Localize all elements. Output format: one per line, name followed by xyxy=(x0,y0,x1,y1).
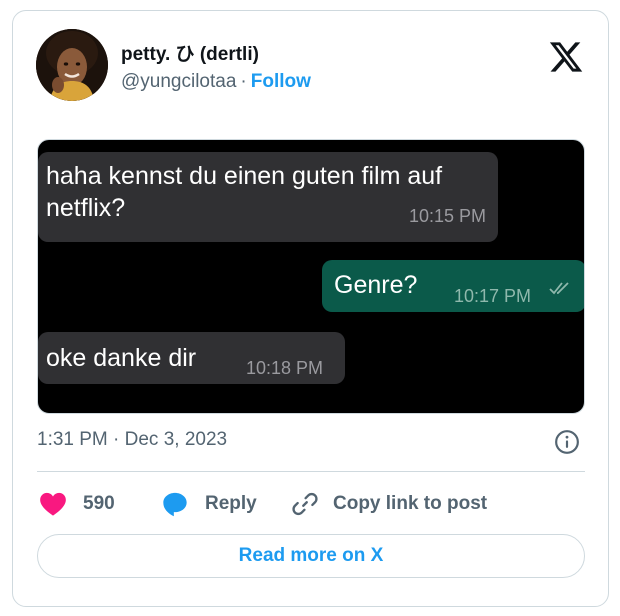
author-display-name[interactable]: petty. ひ (dertli) xyxy=(121,39,259,66)
message-text: Genre? xyxy=(334,271,418,299)
profile-photo xyxy=(36,29,108,101)
divider xyxy=(37,471,585,472)
link-icon xyxy=(292,492,318,516)
x-logo-icon[interactable] xyxy=(548,39,584,75)
author-handle-row: @yungcilotaa · Follow xyxy=(121,71,311,93)
info-icon[interactable] xyxy=(554,429,580,455)
message-time: 10:18 PM xyxy=(246,358,324,378)
copy-link-label: Copy link to post xyxy=(333,493,488,514)
separator: · xyxy=(240,71,247,92)
avatar[interactable] xyxy=(36,29,108,101)
like-button[interactable]: 590 xyxy=(39,489,115,519)
read-more-button[interactable]: Read more on X xyxy=(37,534,585,578)
follow-button[interactable]: Follow xyxy=(251,71,311,92)
chat-message-incoming: haha kennst du einen guten film auf netf… xyxy=(38,152,498,242)
post-timestamp[interactable]: 1:31 PM · Dec 3, 2023 xyxy=(37,429,227,451)
heart-icon xyxy=(40,492,66,516)
speech-bubble-icon xyxy=(163,492,187,517)
reply-button[interactable]: Reply xyxy=(161,489,257,519)
chat-message-incoming: oke danke dir 10:18 PM xyxy=(38,332,345,384)
like-count: 590 xyxy=(83,493,115,514)
copy-link-button[interactable]: Copy link to post xyxy=(291,489,487,519)
reply-label: Reply xyxy=(205,493,257,514)
embedded-post-card: petty. ひ (dertli) @yungcilotaa · Follow ha… xyxy=(12,10,609,607)
chat-message-outgoing: Genre? 10:17 PM xyxy=(322,260,584,312)
message-time: 10:15 PM xyxy=(408,206,486,226)
message-text: oke danke dir xyxy=(46,344,197,372)
author-handle[interactable]: @yungcilotaa xyxy=(121,71,236,92)
message-time: 10:17 PM xyxy=(454,286,532,306)
chat-screenshot-image[interactable]: haha kennst du einen guten film auf netf… xyxy=(37,139,585,414)
double-check-icon xyxy=(549,282,569,295)
